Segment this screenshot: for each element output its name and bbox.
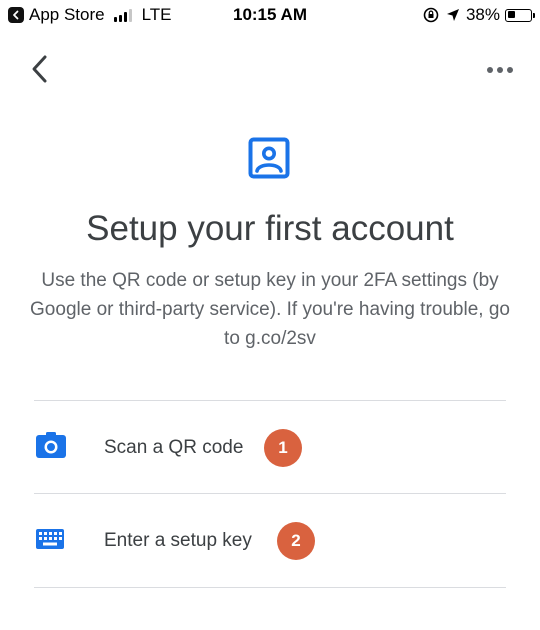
page-title: Setup your first account — [86, 209, 454, 248]
divider — [34, 587, 506, 588]
account-box-icon — [248, 137, 290, 179]
orientation-lock-icon — [423, 7, 439, 23]
battery-percent: 38% — [465, 5, 500, 24]
status-bar: App Store LTE 10:15 AM 38% — [0, 0, 540, 32]
option-label: Scan a QR code — [104, 437, 244, 458]
step-badge: 2 — [277, 522, 315, 560]
battery-level — [507, 11, 516, 18]
more-horiz-icon — [487, 67, 513, 73]
keyboard-icon — [34, 527, 70, 555]
camera-icon — [34, 432, 70, 460]
step-badge: 1 — [264, 429, 302, 467]
battery-icon — [505, 8, 535, 22]
status-bar-right: 38% — [422, 5, 535, 25]
location-arrow-icon — [446, 9, 459, 21]
more-options-button[interactable] — [482, 58, 518, 82]
enter-setup-key-option[interactable]: Enter a setup key 2 — [34, 494, 506, 586]
scan-qr-code-option[interactable]: Scan a QR code 1 — [34, 401, 506, 493]
page-description: Use the QR code or setup key in your 2FA… — [30, 270, 510, 349]
arrow-back-icon — [32, 55, 47, 83]
option-label: Enter a setup key — [104, 530, 252, 551]
back-button[interactable] — [26, 52, 58, 86]
